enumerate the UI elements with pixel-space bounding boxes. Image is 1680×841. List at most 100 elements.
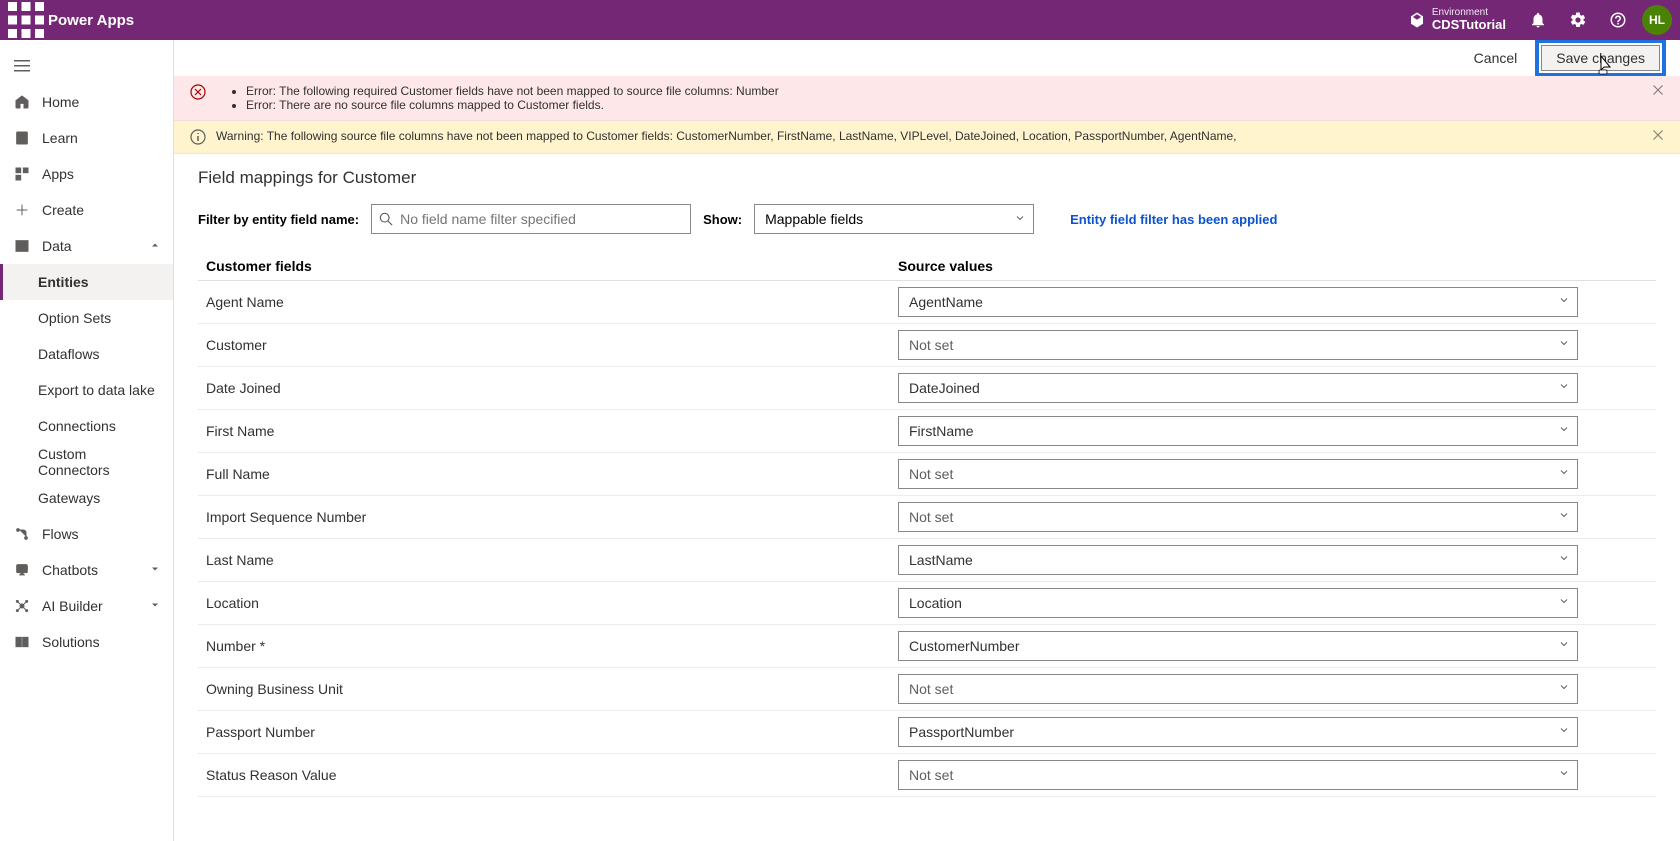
- table-row: First Name FirstName: [198, 410, 1656, 453]
- learn-icon: [12, 128, 32, 148]
- column-header-source: Source values: [898, 258, 1656, 274]
- table-row: Location Location: [198, 582, 1656, 625]
- sidebar-item-label: Export to data lake: [38, 382, 155, 398]
- field-label: Status Reason Value: [198, 767, 898, 783]
- save-button-highlight: Save changes: [1535, 40, 1666, 77]
- help-icon[interactable]: [1598, 0, 1638, 40]
- sidebar-item-gateways[interactable]: Gateways: [0, 480, 173, 516]
- table-row: Status Reason Value Not set: [198, 754, 1656, 797]
- sidebar-item-label: Option Sets: [38, 310, 111, 326]
- filter-input[interactable]: [371, 204, 691, 234]
- sidebar-item-label: Flows: [42, 526, 79, 542]
- source-select[interactable]: LastName: [898, 545, 1578, 575]
- source-select[interactable]: DateJoined: [898, 373, 1578, 403]
- sidebar-item-label: Data: [42, 238, 72, 254]
- avatar[interactable]: HL: [1642, 5, 1672, 35]
- source-select[interactable]: Not set: [898, 674, 1578, 704]
- sidebar-item-connections[interactable]: Connections: [0, 408, 173, 444]
- sidebar: Home Learn Apps Create Data Entities Opt…: [0, 40, 174, 841]
- field-label: First Name: [198, 423, 898, 439]
- sidebar-item-label: Dataflows: [38, 346, 99, 362]
- table-row: Owning Business Unit Not set: [198, 668, 1656, 711]
- source-select[interactable]: AgentName: [898, 287, 1578, 317]
- source-select[interactable]: Location: [898, 588, 1578, 618]
- hamburger-icon[interactable]: [0, 48, 173, 84]
- environment-picker[interactable]: Environment CDSTutorial: [1408, 7, 1506, 32]
- solutions-icon: [12, 632, 32, 652]
- sidebar-item-home[interactable]: Home: [0, 84, 173, 120]
- sidebar-item-solutions[interactable]: Solutions: [0, 624, 173, 660]
- field-label: Location: [198, 595, 898, 611]
- sidebar-item-custom-connectors[interactable]: Custom Connectors: [0, 444, 173, 480]
- sidebar-item-ai-builder[interactable]: AI Builder: [0, 588, 173, 624]
- table-row: Passport Number PassportNumber: [198, 711, 1656, 754]
- search-icon: [379, 212, 393, 226]
- apps-icon: [12, 164, 32, 184]
- sidebar-item-entities[interactable]: Entities: [0, 264, 173, 300]
- env-name: CDSTutorial: [1432, 18, 1506, 32]
- sidebar-item-label: Connections: [38, 418, 116, 434]
- waffle-icon[interactable]: [8, 2, 44, 38]
- close-icon[interactable]: [1652, 84, 1664, 99]
- filter-applied-text: Entity field filter has been applied: [1070, 212, 1277, 227]
- notifications-icon[interactable]: [1518, 0, 1558, 40]
- main-content: Cancel Save changes Error: The following…: [174, 40, 1680, 841]
- sidebar-item-label: Create: [42, 202, 84, 218]
- source-select[interactable]: Not set: [898, 330, 1578, 360]
- error-icon: [190, 84, 206, 100]
- chevron-down-icon: [149, 598, 161, 614]
- settings-icon[interactable]: [1558, 0, 1598, 40]
- info-icon: [190, 129, 206, 145]
- sidebar-item-flows[interactable]: Flows: [0, 516, 173, 552]
- close-icon[interactable]: [1652, 129, 1664, 144]
- field-label: Full Name: [198, 466, 898, 482]
- sidebar-item-export[interactable]: Export to data lake: [0, 372, 173, 408]
- warning-banner: Warning: The following source file colum…: [174, 121, 1680, 154]
- source-select[interactable]: Not set: [898, 502, 1578, 532]
- sidebar-item-label: Gateways: [38, 490, 100, 506]
- source-select[interactable]: Not set: [898, 760, 1578, 790]
- app-title: Power Apps: [48, 12, 134, 29]
- chevron-up-icon: [149, 238, 161, 254]
- field-label: Last Name: [198, 552, 898, 568]
- table-row: Number * CustomerNumber: [198, 625, 1656, 668]
- sidebar-item-create[interactable]: Create: [0, 192, 173, 228]
- table-row: Agent Name AgentName: [198, 281, 1656, 324]
- sidebar-item-label: Home: [42, 94, 79, 110]
- sidebar-item-label: Solutions: [42, 634, 100, 650]
- source-select[interactable]: FirstName: [898, 416, 1578, 446]
- sidebar-item-label: Entities: [38, 274, 89, 290]
- table-row: Customer Not set: [198, 324, 1656, 367]
- app-header: Power Apps Environment CDSTutorial HL: [0, 0, 1680, 40]
- source-select[interactable]: Not set: [898, 459, 1578, 489]
- sidebar-item-learn[interactable]: Learn: [0, 120, 173, 156]
- sidebar-item-label: Apps: [42, 166, 74, 182]
- sidebar-item-apps[interactable]: Apps: [0, 156, 173, 192]
- source-select[interactable]: CustomerNumber: [898, 631, 1578, 661]
- field-label: Owning Business Unit: [198, 681, 898, 697]
- sidebar-item-label: Custom Connectors: [38, 446, 161, 478]
- field-label: Customer: [198, 337, 898, 353]
- source-select[interactable]: PassportNumber: [898, 717, 1578, 747]
- error-message: Error: There are no source file columns …: [246, 98, 779, 112]
- show-select[interactable]: Mappable fields: [754, 204, 1034, 234]
- plus-icon: [12, 200, 32, 220]
- home-icon: [12, 92, 32, 112]
- sidebar-item-label: Chatbots: [42, 562, 98, 578]
- sidebar-item-data[interactable]: Data: [0, 228, 173, 264]
- flows-icon: [12, 524, 32, 544]
- toolbar: Cancel Save changes: [174, 40, 1680, 76]
- table-row: Import Sequence Number Not set: [198, 496, 1656, 539]
- sidebar-item-option-sets[interactable]: Option Sets: [0, 300, 173, 336]
- table-row: Date Joined DateJoined: [198, 367, 1656, 410]
- filter-label: Filter by entity field name:: [198, 212, 359, 227]
- cancel-button[interactable]: Cancel: [1464, 44, 1528, 72]
- page-title: Field mappings for Customer: [198, 168, 1656, 188]
- warning-message: Warning: The following source file colum…: [216, 129, 1237, 143]
- filter-bar: Filter by entity field name: Show: Mappa…: [198, 204, 1656, 234]
- table-row: Last Name LastName: [198, 539, 1656, 582]
- save-changes-button[interactable]: Save changes: [1541, 45, 1660, 71]
- sidebar-item-dataflows[interactable]: Dataflows: [0, 336, 173, 372]
- sidebar-item-chatbots[interactable]: Chatbots: [0, 552, 173, 588]
- sidebar-item-label: Learn: [42, 130, 78, 146]
